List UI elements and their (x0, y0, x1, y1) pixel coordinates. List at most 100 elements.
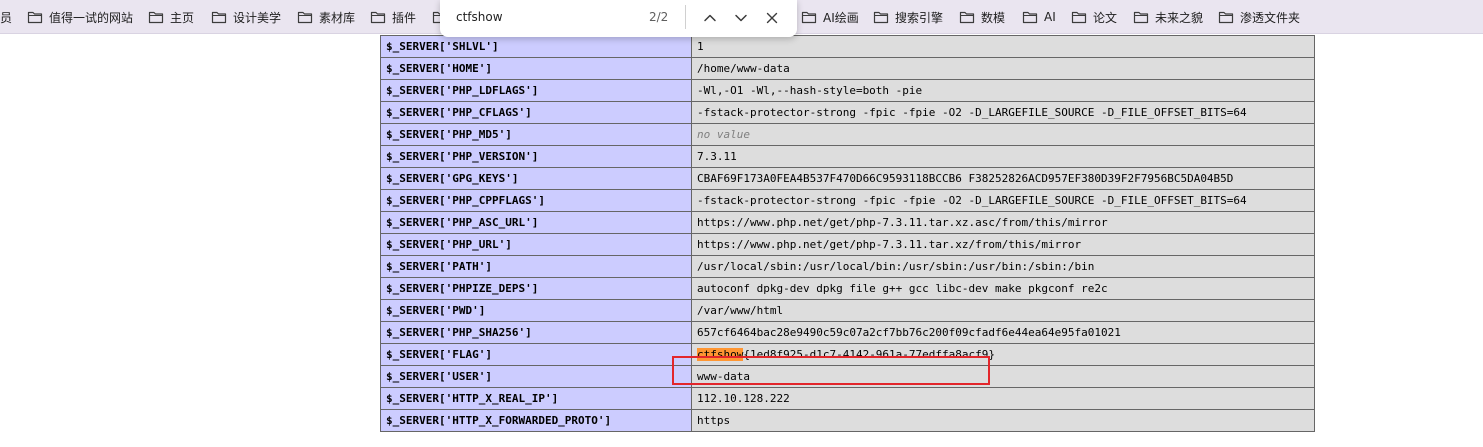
folder-icon (1133, 11, 1149, 24)
bookmark-label: 员 (0, 10, 13, 25)
table-row: $_SERVER['PHP_LDFLAGS'] -Wl,-O1 -Wl,--has… (380, 79, 1315, 102)
variable-value: /usr/local/sbin:/usr/local/bin:/usr/sbin… (691, 255, 1315, 278)
find-close-button[interactable] (761, 7, 783, 29)
variable-name: $_SERVER['HTTP_X_FORWARDED_PROTO'] (380, 409, 692, 432)
chevron-down-icon (735, 14, 747, 22)
bookmark-folder-sites[interactable]: 值得一试的网站 (27, 0, 133, 34)
bookmark-label: 设计美学 (233, 10, 282, 25)
bookmark-folder-search-engines[interactable]: 搜索引擎 (873, 0, 943, 34)
variable-value: CBAF69F173A0FEA4B537F470D66C9593118BCCB6… (691, 167, 1315, 190)
folder-icon (873, 11, 889, 24)
bookmark-folder-ai-art[interactable]: AI绘画 (801, 0, 859, 34)
table-row: $_SERVER['GPG_KEYS'] CBAF69F173A0FEA4B537… (380, 167, 1315, 190)
variable-name: $_SERVER['GPG_KEYS'] (380, 167, 692, 190)
find-input[interactable] (456, 7, 636, 27)
table-row: $_SERVER['PHPIZE_DEPS'] autoconf dpkg-dev… (380, 277, 1315, 300)
variable-name: $_SERVER['PHP_VERSION'] (380, 145, 692, 168)
table-row: $_SERVER['PATH']/usr/local/sbin:/usr/loc… (380, 255, 1315, 278)
folder-icon (1022, 11, 1038, 24)
table-row: $_SERVER['PHP_VERSION'] 7.3.11 (380, 145, 1315, 168)
bookmark-folder-design[interactable]: 设计美学 (211, 0, 281, 34)
bookmark-label: 数模 (981, 10, 1006, 25)
variable-value: -fstack-protector-strong -fpic -fpie -O2… (691, 101, 1315, 124)
variable-value: no value (691, 123, 1315, 146)
folder-icon (801, 11, 817, 24)
variable-value: /home/www-data (691, 57, 1315, 80)
variable-value: autoconf dpkg-dev dpkg file g++ gcc libc… (691, 277, 1315, 300)
variable-name: $_SERVER['USER'] (380, 365, 692, 388)
table-row: $_SERVER['HTTP_X_REAL_IP'] 112.10.128.222 (380, 387, 1315, 410)
variable-name: $_SERVER['PATH'] (380, 255, 692, 278)
variable-name: $_SERVER['PHP_SHA256'] (380, 321, 692, 344)
table-row: $_SERVER['PHP_MD5'] no value (380, 123, 1315, 146)
bookmark-label: 素材库 (319, 10, 356, 25)
bookmark-folder-home[interactable]: 主页 (148, 0, 194, 34)
table-row: $_SERVER['PHP_ASC_URL'] https://www.php.n… (380, 211, 1315, 234)
bookmark-folder-plugins[interactable]: 插件 (370, 0, 416, 34)
bookmark-label: AI绘画 (823, 10, 859, 25)
bookmark-label: 主页 (170, 10, 195, 25)
bookmark-label: AI (1044, 10, 1056, 24)
close-icon (766, 12, 778, 24)
folder-icon (1071, 11, 1087, 24)
bookmark-folder-future[interactable]: 未来之貌 (1133, 0, 1203, 34)
folder-icon (27, 11, 43, 24)
bookmark-label: 搜索引擎 (895, 10, 944, 25)
variable-value: -fstack-protector-strong -fpic -fpie -O2… (691, 189, 1315, 212)
variable-value: /var/www/html (691, 299, 1315, 322)
flag-annotation-box (672, 356, 990, 385)
folder-icon (1218, 11, 1234, 24)
bookmark-folder-math-model[interactable]: 数模 (959, 0, 1005, 34)
variable-value: https://www.php.net/get/php-7.3.11.tar.x… (691, 211, 1315, 234)
bookmark-label: 未来之貌 (1155, 10, 1204, 25)
find-next-button[interactable] (730, 7, 752, 29)
folder-icon (297, 11, 313, 24)
table-row: $_SERVER['SHLVL'] 1 (380, 35, 1315, 58)
table-row: $_SERVER['PHP_SHA256'] 657cf6464bac28e949… (380, 321, 1315, 344)
bookmark-folder-pentest[interactable]: 渗透文件夹 (1218, 0, 1300, 34)
variable-name: $_SERVER['SHLVL'] (380, 35, 692, 58)
bookmark-label: 渗透文件夹 (1240, 10, 1301, 25)
bookmark-folder-papers[interactable]: 论文 (1071, 0, 1117, 34)
variable-name: $_SERVER['PHP_CPPFLAGS'] (380, 189, 692, 212)
variable-name: $_SERVER['HOME'] (380, 57, 692, 80)
variable-name: $_SERVER['PHP_URL'] (380, 233, 692, 256)
folder-icon (148, 11, 164, 24)
variable-name: $_SERVER['PHPIZE_DEPS'] (380, 277, 692, 300)
table-row: $_SERVER['PHP_CPPFLAGS'] -fstack-protecto… (380, 189, 1315, 212)
bookmark-label: 论文 (1093, 10, 1118, 25)
table-row: $_SERVER['PHP_URL'] https://www.php.net/g… (380, 233, 1315, 256)
bookmark-folder-ai[interactable]: AI (1022, 0, 1056, 34)
find-divider (685, 5, 686, 29)
variable-name: $_SERVER['PHP_CFLAGS'] (380, 101, 692, 124)
find-previous-button[interactable] (699, 7, 721, 29)
no-value-text: no value (697, 128, 750, 141)
variable-value: https (691, 409, 1315, 432)
variable-value: -Wl,-O1 -Wl,--hash-style=both -pie (691, 79, 1315, 102)
table-row: $_SERVER['PHP_CFLAGS'] -fstack-protector-… (380, 101, 1315, 124)
variable-name: $_SERVER['PHP_MD5'] (380, 123, 692, 146)
find-match-count: 2/2 (649, 10, 669, 24)
folder-icon (959, 11, 975, 24)
folder-icon (211, 11, 227, 24)
bookmark-folder-assets[interactable]: 素材库 (297, 0, 355, 34)
variable-value: 112.10.128.222 (691, 387, 1315, 410)
variable-value: 657cf6464bac28e9490c59c07a2cf7bb76c200f0… (691, 321, 1315, 344)
folder-icon (370, 11, 386, 24)
variable-value: 1 (691, 35, 1315, 58)
table-row: $_SERVER['HOME']/home/www-data (380, 57, 1315, 80)
chevron-up-icon (704, 14, 716, 22)
variable-name: $_SERVER['PHP_LDFLAGS'] (380, 79, 692, 102)
find-in-page-bar: 2/2 (440, 0, 797, 37)
variable-value: 7.3.11 (691, 145, 1315, 168)
bookmark-label: 插件 (392, 10, 417, 25)
variable-name: $_SERVER['PWD'] (380, 299, 692, 322)
bookmark-partial[interactable]: 员 (0, 0, 12, 34)
variable-value: https://www.php.net/get/php-7.3.11.tar.x… (691, 233, 1315, 256)
variable-name: $_SERVER['HTTP_X_REAL_IP'] (380, 387, 692, 410)
table-row: $_SERVER['HTTP_X_FORWARDED_PROTO'] https (380, 409, 1315, 432)
variable-name: $_SERVER['PHP_ASC_URL'] (380, 211, 692, 234)
variable-name: $_SERVER['FLAG'] (380, 343, 692, 366)
bookmark-label: 值得一试的网站 (49, 10, 134, 25)
table-row: $_SERVER['PWD']/var/www/html (380, 299, 1315, 322)
